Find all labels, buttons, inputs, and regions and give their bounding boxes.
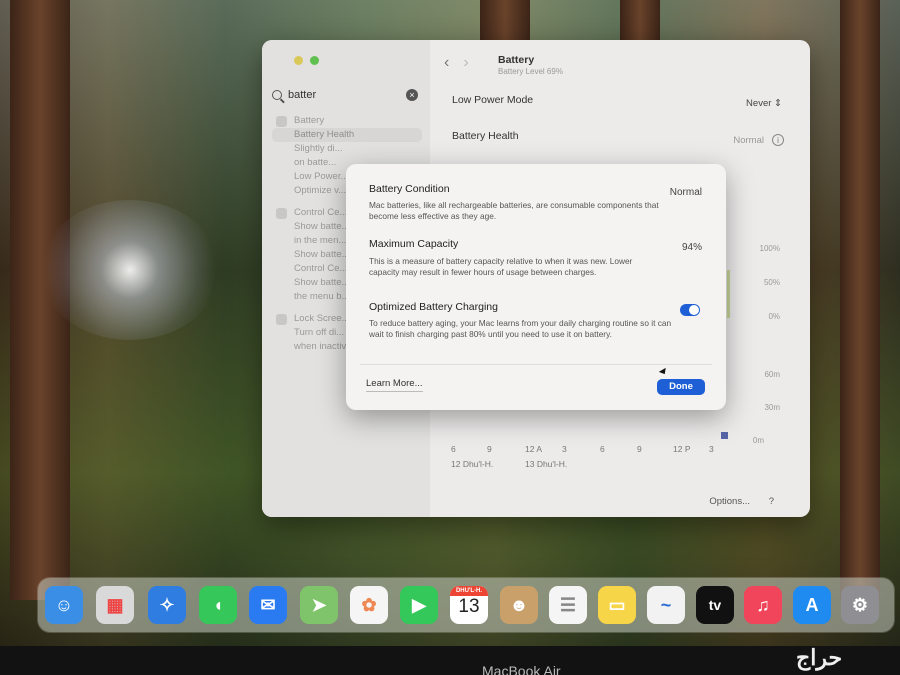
x-axis-label: 3 <box>562 444 567 454</box>
sidebar-item[interactable]: Slightly di... <box>272 142 422 156</box>
x-axis-label: 9 <box>487 444 492 454</box>
info-icon[interactable]: i <box>772 134 784 146</box>
usage-bar <box>721 432 728 439</box>
app-store-icon[interactable]: A <box>793 586 831 624</box>
x-axis-label: 6 <box>451 444 456 454</box>
low-power-value: Never <box>746 98 772 109</box>
level-bar <box>727 270 730 318</box>
capacity-title: Maximum Capacity <box>369 238 459 250</box>
tree-trunk <box>840 0 880 600</box>
done-button[interactable]: Done <box>657 379 705 395</box>
notes-icon[interactable]: ▭ <box>598 586 636 624</box>
condition-value: Normal <box>669 187 702 198</box>
back-chevron-icon[interactable]: ‹ <box>444 54 449 71</box>
battery-health-dialog: Battery Condition Normal Mac batteries, … <box>346 164 726 410</box>
forward-chevron-icon[interactable]: › <box>463 54 468 71</box>
x-axis-label: 12 A <box>525 444 543 454</box>
learn-more-button[interactable]: Learn More... <box>366 376 423 392</box>
y-axis-label: 100% <box>759 244 780 253</box>
sidebar-item[interactable]: Battery <box>272 114 422 128</box>
safari-icon[interactable]: ✧ <box>148 586 186 624</box>
calendar-icon[interactable]: DHU'L-H. 13 <box>450 586 488 624</box>
y-axis-label: 0m <box>752 436 764 445</box>
x-axis-label: 3 <box>709 444 714 454</box>
help-button[interactable]: ? <box>769 496 774 507</box>
music-icon[interactable]: ♫ <box>744 586 782 624</box>
search-input[interactable]: batter <box>288 89 316 101</box>
calendar-day: 13 <box>458 596 480 617</box>
y-axis-label: 50% <box>763 278 780 287</box>
laptop-bezel <box>0 646 900 675</box>
light-glare <box>40 200 220 340</box>
battery-level-subtitle: Battery Level 69% <box>498 67 563 76</box>
y-axis-label: 60m <box>764 370 780 379</box>
x-axis-date: 13 Dhu'l-H. <box>525 459 568 469</box>
maps-icon[interactable]: ➤ <box>300 586 338 624</box>
search-field[interactable]: batter × <box>272 84 422 106</box>
x-axis-label: 12 P <box>673 444 691 454</box>
mail-icon[interactable]: ✉ <box>249 586 287 624</box>
facetime-icon[interactable]: ▶ <box>400 586 438 624</box>
calendar-month: DHU'L-H. <box>450 586 488 596</box>
x-axis-label: 9 <box>637 444 642 454</box>
reminders-icon[interactable]: ☰ <box>549 586 587 624</box>
system-settings-icon[interactable]: ⚙ <box>841 586 879 624</box>
contacts-icon[interactable]: ☻ <box>500 586 538 624</box>
sidebar-item[interactable]: Battery Health <box>272 128 422 142</box>
zoom-button[interactable] <box>310 56 319 65</box>
y-axis-label: 0% <box>768 312 780 321</box>
condition-title: Battery Condition <box>369 183 450 195</box>
launchpad-icon[interactable]: ▦ <box>96 586 134 624</box>
dock: ☺ ▦ ✧ ◖ ✉ ➤ ✿ ▶ DHU'L-H. 13 ☻ ☰ ▭ ~ tv ♫… <box>38 578 894 632</box>
battery-health-value: Normal <box>733 135 764 146</box>
capacity-desc: This is a measure of battery capacity re… <box>369 256 633 277</box>
watermark: حراج <box>796 645 843 670</box>
tv-label: tv <box>708 597 722 613</box>
page-title: Battery <box>498 54 535 66</box>
optimized-desc: To reduce battery aging, your Mac learns… <box>369 318 672 339</box>
search-icon <box>272 90 282 100</box>
divider <box>360 364 712 365</box>
device-label: MacBook Air <box>482 663 561 675</box>
freeform-icon[interactable]: ~ <box>647 586 685 624</box>
battery-health-label: Battery Health <box>452 130 519 142</box>
navigation: ‹ › <box>444 54 469 72</box>
updown-chevron-icon: ⇕ <box>774 98 782 109</box>
minimize-button[interactable] <box>294 56 303 65</box>
options-button[interactable]: Options... <box>709 496 750 507</box>
photos-icon[interactable]: ✿ <box>350 586 388 624</box>
capacity-value: 94% <box>681 242 702 253</box>
messages-icon[interactable]: ◖ <box>199 586 237 624</box>
condition-desc: Mac batteries, like all rechargeable bat… <box>369 200 659 221</box>
finder-icon[interactable]: ☺ <box>45 586 83 624</box>
low-power-select[interactable]: Never ⇕ <box>746 98 782 109</box>
tv-icon[interactable]: tv <box>696 586 734 624</box>
x-axis-date: 12 Dhu'l-H. <box>451 459 494 469</box>
low-power-label: Low Power Mode <box>452 94 534 106</box>
x-axis-label: 6 <box>600 444 605 454</box>
clear-search-icon[interactable]: × <box>406 89 418 101</box>
optimized-charging-toggle[interactable] <box>680 304 700 316</box>
battery-health-row[interactable]: Normal i <box>733 134 784 146</box>
y-axis-label: 30m <box>764 403 780 412</box>
optimized-title: Optimized Battery Charging <box>369 301 498 313</box>
